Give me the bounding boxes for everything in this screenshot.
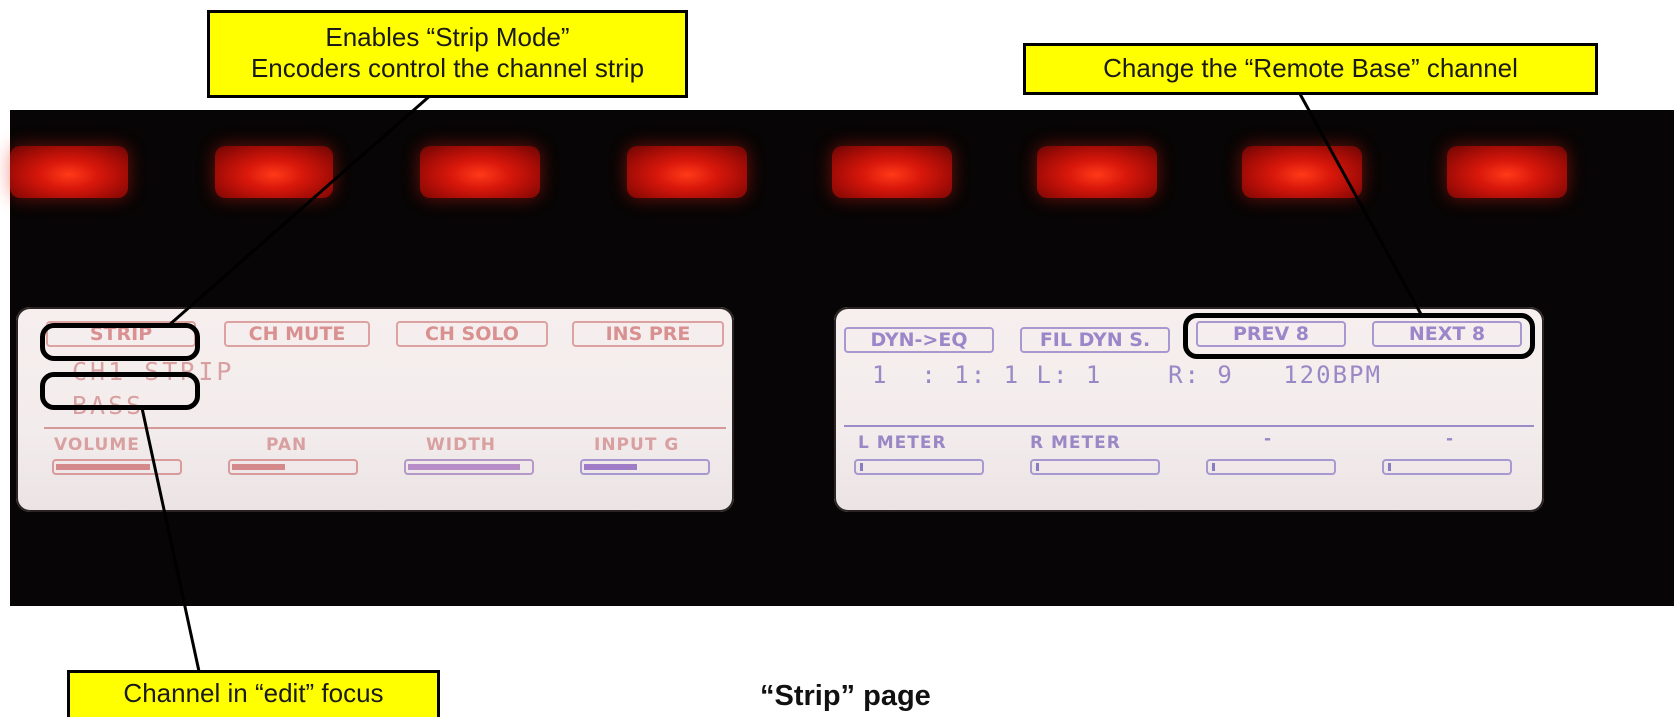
leader-edit-focus xyxy=(140,407,202,677)
leader-remote-base xyxy=(1298,93,1424,317)
callout-strip-mode-line1: Enables “Strip Mode” xyxy=(325,22,570,52)
callout-strip-mode-line2: Encoders control the channel strip xyxy=(250,53,645,83)
page-caption: “Strip” page xyxy=(760,680,931,712)
callout-leader-lines xyxy=(140,92,1424,677)
callout-remote-base: Change the “Remote Base” channel xyxy=(1023,43,1598,95)
callout-remote-base-text: Change the “Remote Base” channel xyxy=(1103,53,1518,83)
callout-strip-mode: Enables “Strip Mode” Encoders control th… xyxy=(207,10,688,98)
callout-edit-focus: Channel in “edit” focus xyxy=(67,670,440,717)
callout-edit-focus-text: Channel in “edit” focus xyxy=(123,678,384,708)
leader-strip-mode xyxy=(167,92,433,328)
